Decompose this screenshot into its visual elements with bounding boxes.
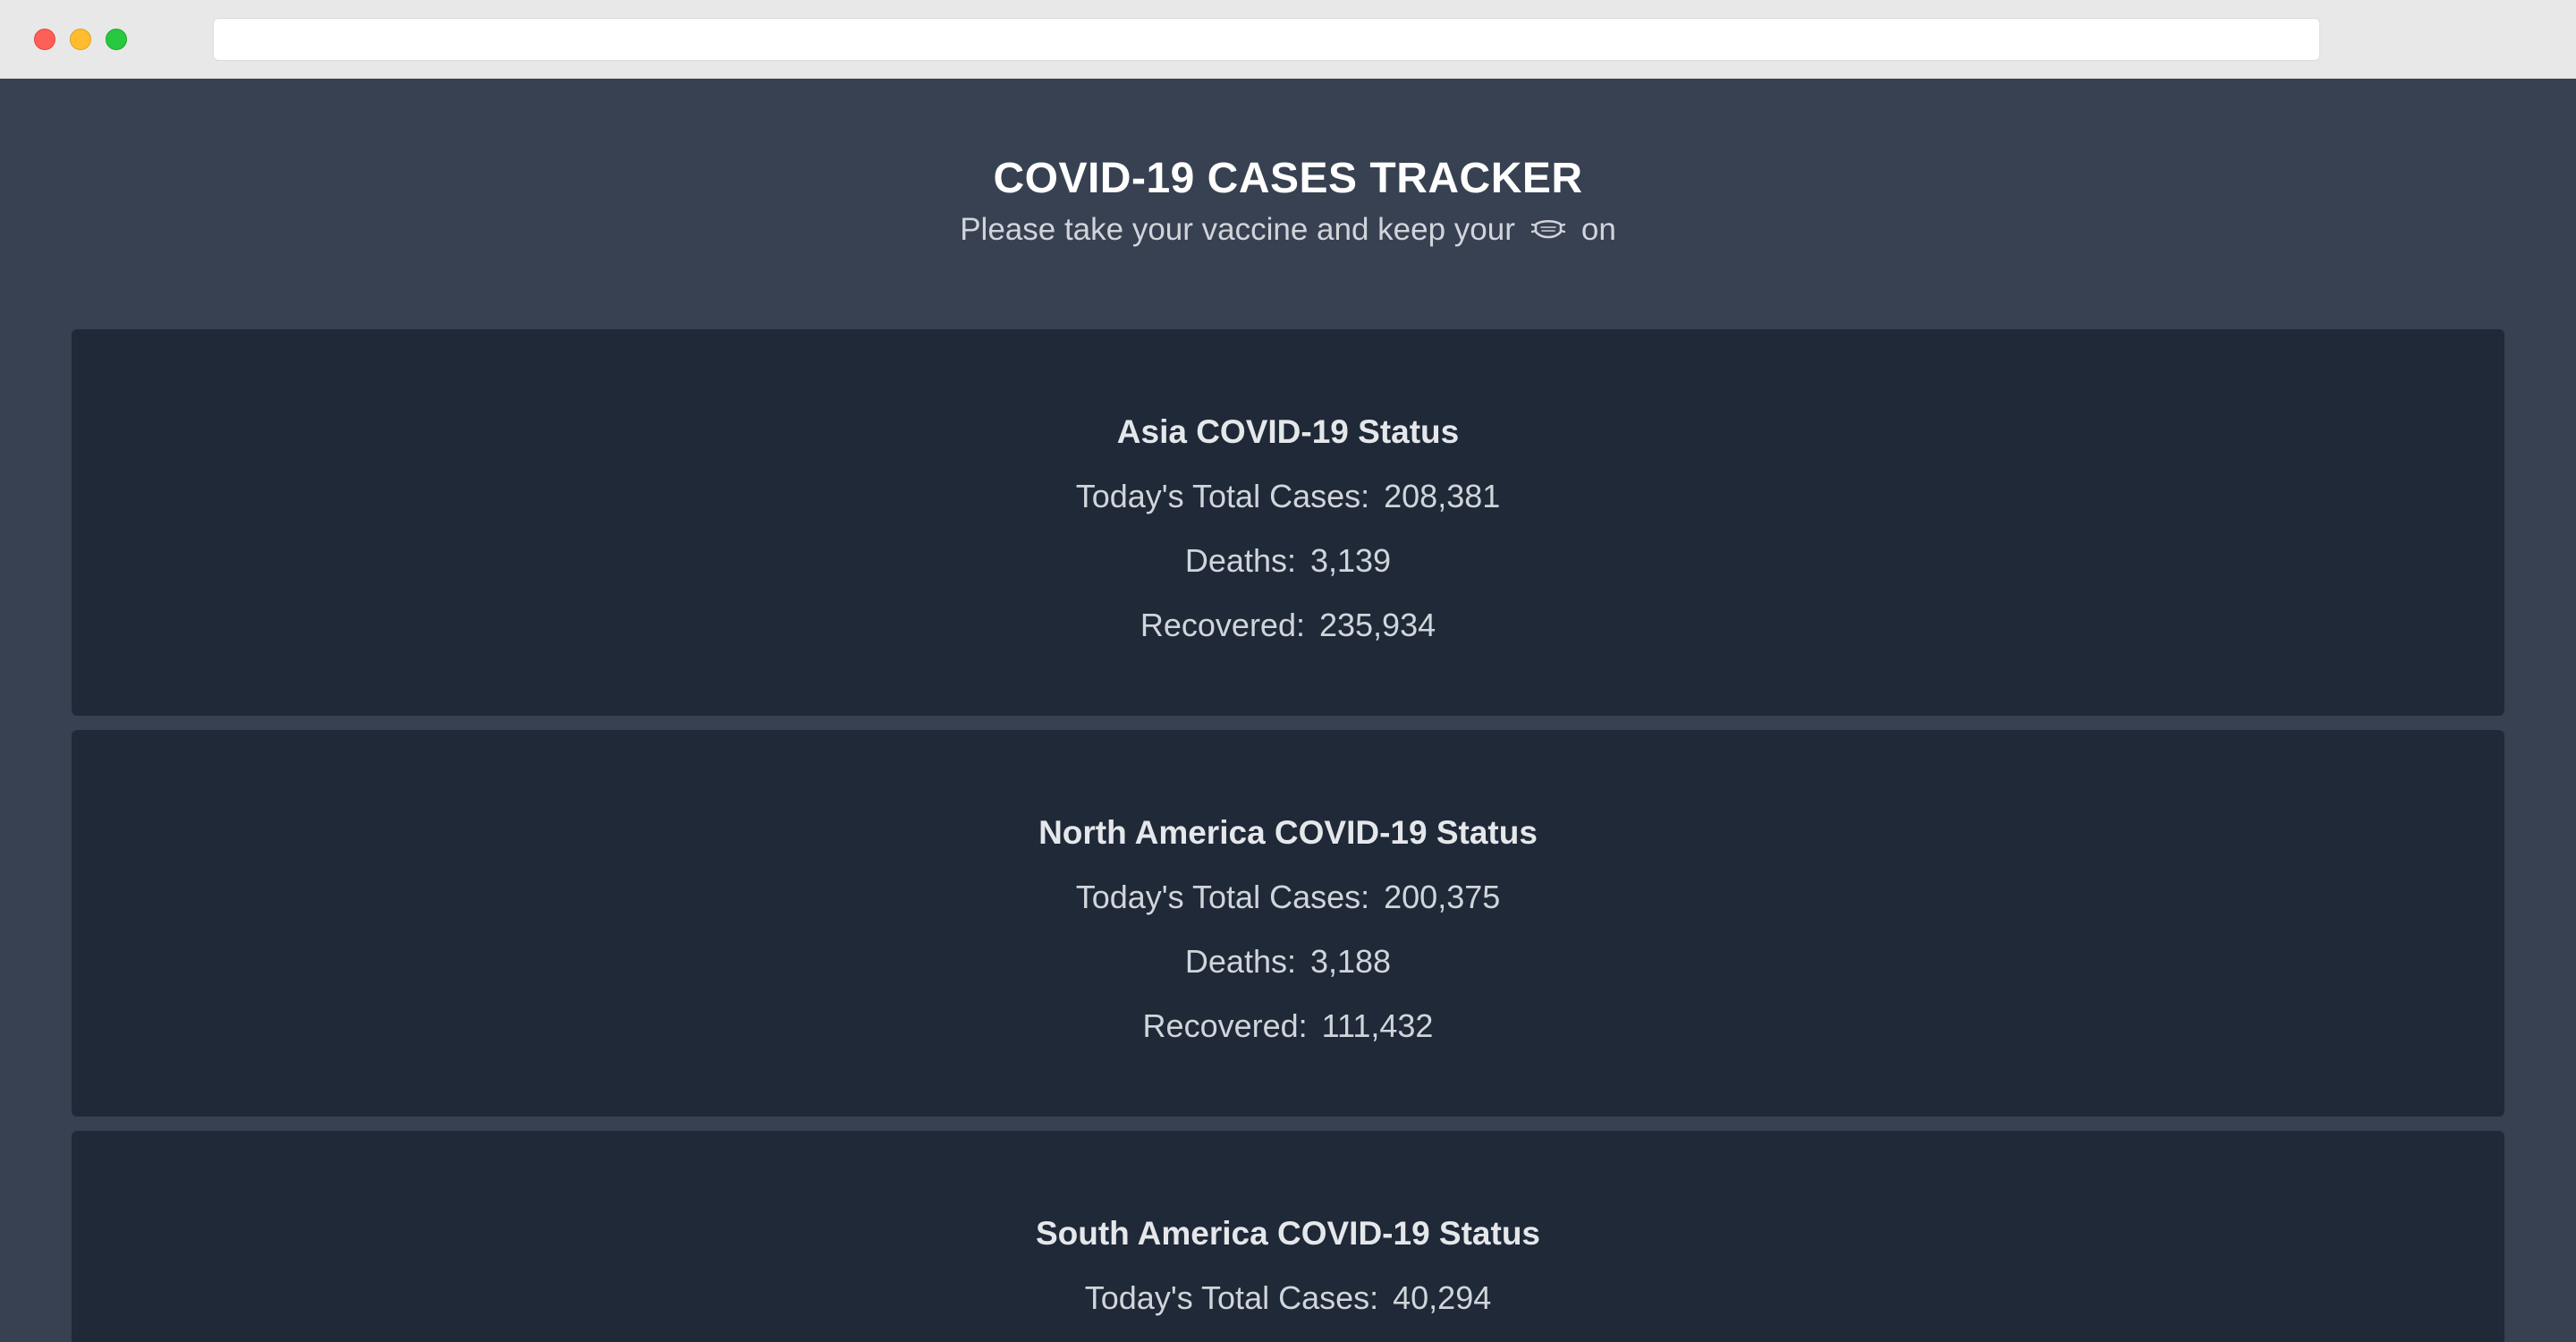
total-cases-row: Today's Total Cases: 40,294 (72, 1276, 2504, 1321)
address-bar[interactable] (213, 18, 2320, 61)
recovered-row: Recovered: 235,934 (72, 603, 2504, 648)
face-mask-icon (1530, 217, 1565, 243)
total-cases-label: Today's Total Cases: (1084, 1279, 1379, 1316)
total-cases-row: Today's Total Cases: 200,375 (72, 875, 2504, 920)
deaths-value: 3,139 (1309, 542, 1392, 579)
deaths-label: Deaths: (1184, 542, 1296, 579)
total-cases-label: Today's Total Cases: (1075, 478, 1370, 514)
deaths-label: Deaths: (1184, 943, 1296, 980)
deaths-row: Deaths: 3,188 (72, 939, 2504, 984)
recovered-label: Recovered: (1140, 607, 1305, 643)
maximize-window-button[interactable] (106, 29, 127, 50)
total-cases-row: Today's Total Cases: 208,381 (72, 474, 2504, 519)
subtitle-text-after: on (1580, 212, 1616, 247)
recovered-label: Recovered: (1142, 1007, 1308, 1044)
page-title: COVID-19 CASES TRACKER (993, 155, 1583, 202)
total-cases-value: 200,375 (1384, 879, 1501, 915)
subtitle-text-before: Please take your vaccine and keep your (960, 212, 1515, 247)
region-title: Asia COVID-19 Status (1116, 413, 1460, 450)
recovered-row: Recovered: 111,432 (72, 1004, 2504, 1049)
region-card-north-america: North America COVID-19 Status Today's To… (72, 730, 2504, 1117)
recovered-value: 235,934 (1318, 607, 1436, 643)
region-card-south-america: South America COVID-19 Status Today's To… (72, 1131, 2504, 1342)
region-title: North America COVID-19 Status (1038, 814, 1538, 851)
deaths-row: Deaths: 3,139 (72, 539, 2504, 583)
page-header: COVID-19 CASES TRACKER Please take your … (0, 152, 2576, 252)
total-cases-label: Today's Total Cases: (1075, 879, 1370, 915)
region-title: South America COVID-19 Status (1035, 1215, 1541, 1252)
close-window-button[interactable] (34, 29, 55, 50)
page: COVID-19 CASES TRACKER Please take your … (0, 79, 2576, 1342)
region-card-asia: Asia COVID-19 Status Today's Total Cases… (72, 329, 2504, 716)
page-subtitle: Please take your vaccine and keep your o… (0, 208, 2576, 252)
total-cases-value: 208,381 (1384, 478, 1501, 514)
recovered-value: 111,432 (1321, 1007, 1434, 1044)
total-cases-value: 40,294 (1393, 1279, 1492, 1316)
minimize-window-button[interactable] (70, 29, 91, 50)
deaths-value: 3,188 (1309, 943, 1392, 980)
browser-toolbar (0, 0, 2576, 79)
